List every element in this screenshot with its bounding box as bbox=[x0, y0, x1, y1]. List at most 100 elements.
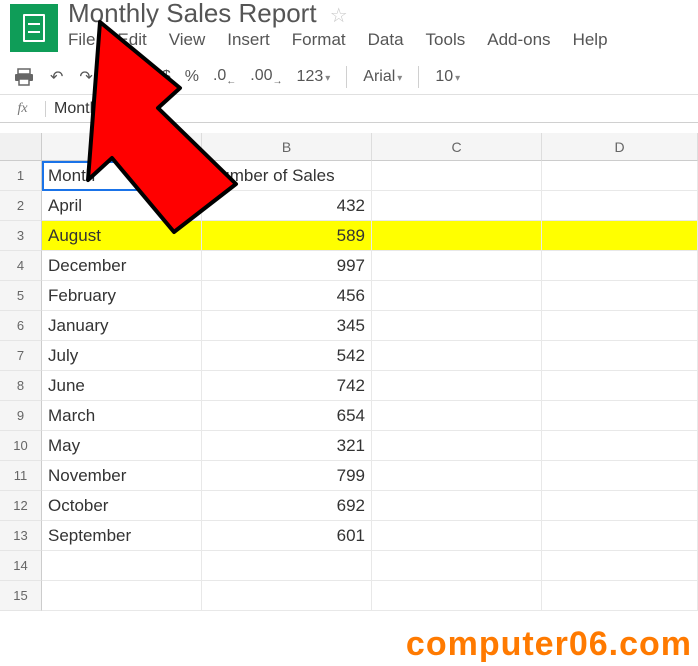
cell[interactable]: 997 bbox=[202, 251, 372, 281]
cell[interactable]: January bbox=[42, 311, 202, 341]
menu-data[interactable]: Data bbox=[368, 30, 404, 50]
cell[interactable]: May bbox=[42, 431, 202, 461]
cell[interactable] bbox=[372, 311, 542, 341]
formula-bar[interactable]: Month bbox=[46, 100, 98, 118]
number-format-dropdown[interactable]: 123▾ bbox=[297, 68, 331, 86]
increase-decimal-button[interactable]: .00→ bbox=[250, 67, 282, 87]
cell[interactable] bbox=[202, 581, 372, 611]
cell[interactable] bbox=[372, 191, 542, 221]
cell[interactable] bbox=[542, 191, 698, 221]
cell[interactable]: 542 bbox=[202, 341, 372, 371]
column-header-b[interactable]: B bbox=[202, 133, 372, 161]
select-all-corner[interactable] bbox=[0, 133, 42, 161]
row-header[interactable]: 6 bbox=[0, 311, 42, 341]
cell[interactable] bbox=[372, 221, 542, 251]
cell[interactable]: Month bbox=[42, 161, 202, 191]
cell[interactable]: December bbox=[42, 251, 202, 281]
menu-view[interactable]: View bbox=[169, 30, 206, 50]
cell[interactable]: 432 bbox=[202, 191, 372, 221]
print-icon[interactable] bbox=[14, 68, 34, 86]
column-header-a[interactable]: A bbox=[42, 133, 202, 161]
cell[interactable]: 742 bbox=[202, 371, 372, 401]
row-header[interactable]: 11 bbox=[0, 461, 42, 491]
cell[interactable] bbox=[372, 551, 542, 581]
row-header[interactable]: 7 bbox=[0, 341, 42, 371]
undo-icon[interactable]: ↶ bbox=[50, 67, 63, 87]
cell[interactable] bbox=[542, 161, 698, 191]
redo-icon[interactable]: ↷ bbox=[79, 67, 92, 87]
cell[interactable]: 321 bbox=[202, 431, 372, 461]
row-header[interactable]: 9 bbox=[0, 401, 42, 431]
row-header[interactable]: 3 bbox=[0, 221, 42, 251]
cell[interactable] bbox=[372, 281, 542, 311]
row-header[interactable]: 12 bbox=[0, 491, 42, 521]
cell[interactable] bbox=[542, 371, 698, 401]
menu-format[interactable]: Format bbox=[292, 30, 346, 50]
cell[interactable]: October bbox=[42, 491, 202, 521]
cell[interactable]: August bbox=[42, 221, 202, 251]
star-icon[interactable]: ☆ bbox=[330, 5, 348, 27]
cell[interactable] bbox=[542, 461, 698, 491]
cell[interactable]: 456 bbox=[202, 281, 372, 311]
cell[interactable] bbox=[372, 341, 542, 371]
cell[interactable]: February bbox=[42, 281, 202, 311]
cell[interactable] bbox=[542, 221, 698, 251]
menu-addons[interactable]: Add-ons bbox=[487, 30, 550, 50]
percent-button[interactable]: % bbox=[185, 68, 199, 86]
row-header[interactable]: 4 bbox=[0, 251, 42, 281]
font-size-dropdown[interactable]: 10▾ bbox=[435, 68, 460, 86]
row-header[interactable]: 8 bbox=[0, 371, 42, 401]
decrease-decimal-button[interactable]: .0← bbox=[213, 67, 236, 87]
column-header-c[interactable]: C bbox=[372, 133, 542, 161]
cell[interactable] bbox=[372, 521, 542, 551]
row-header[interactable]: 2 bbox=[0, 191, 42, 221]
row-header[interactable]: 1 bbox=[0, 161, 42, 191]
cell[interactable]: 601 bbox=[202, 521, 372, 551]
row-header[interactable]: 5 bbox=[0, 281, 42, 311]
cell[interactable]: 799 bbox=[202, 461, 372, 491]
cell[interactable] bbox=[372, 161, 542, 191]
cell[interactable]: March bbox=[42, 401, 202, 431]
cell[interactable] bbox=[372, 401, 542, 431]
font-family-dropdown[interactable]: Arial▾ bbox=[363, 68, 402, 86]
cell[interactable] bbox=[542, 491, 698, 521]
cell[interactable] bbox=[542, 521, 698, 551]
cell[interactable]: November bbox=[42, 461, 202, 491]
cell[interactable] bbox=[372, 251, 542, 281]
cell[interactable] bbox=[372, 491, 542, 521]
menu-file[interactable]: File bbox=[68, 30, 95, 50]
cell[interactable]: 589 bbox=[202, 221, 372, 251]
cell[interactable] bbox=[42, 581, 202, 611]
cell[interactable] bbox=[372, 431, 542, 461]
cell[interactable] bbox=[542, 551, 698, 581]
currency-button[interactable]: $ bbox=[162, 68, 171, 86]
cell[interactable]: 654 bbox=[202, 401, 372, 431]
cell[interactable] bbox=[542, 401, 698, 431]
paint-format-icon[interactable] bbox=[109, 67, 129, 87]
cell[interactable] bbox=[202, 551, 372, 581]
menu-help[interactable]: Help bbox=[573, 30, 608, 50]
cell[interactable] bbox=[542, 281, 698, 311]
menu-edit[interactable]: Edit bbox=[117, 30, 146, 50]
cell[interactable]: 345 bbox=[202, 311, 372, 341]
cell[interactable] bbox=[542, 341, 698, 371]
cell[interactable] bbox=[542, 251, 698, 281]
cell[interactable]: June bbox=[42, 371, 202, 401]
cell[interactable] bbox=[42, 551, 202, 581]
menu-insert[interactable]: Insert bbox=[227, 30, 270, 50]
cell[interactable] bbox=[542, 311, 698, 341]
row-header[interactable]: 15 bbox=[0, 581, 42, 611]
column-header-d[interactable]: D bbox=[542, 133, 698, 161]
row-header[interactable]: 14 bbox=[0, 551, 42, 581]
menu-tools[interactable]: Tools bbox=[426, 30, 466, 50]
cell[interactable]: September bbox=[42, 521, 202, 551]
row-header[interactable]: 13 bbox=[0, 521, 42, 551]
document-title[interactable]: Monthly Sales Report bbox=[68, 0, 317, 28]
cell[interactable]: July bbox=[42, 341, 202, 371]
cell[interactable]: April bbox=[42, 191, 202, 221]
cell[interactable] bbox=[542, 431, 698, 461]
cell[interactable] bbox=[372, 581, 542, 611]
cell[interactable] bbox=[542, 581, 698, 611]
row-header[interactable]: 10 bbox=[0, 431, 42, 461]
cell[interactable]: Number of Sales bbox=[202, 161, 372, 191]
